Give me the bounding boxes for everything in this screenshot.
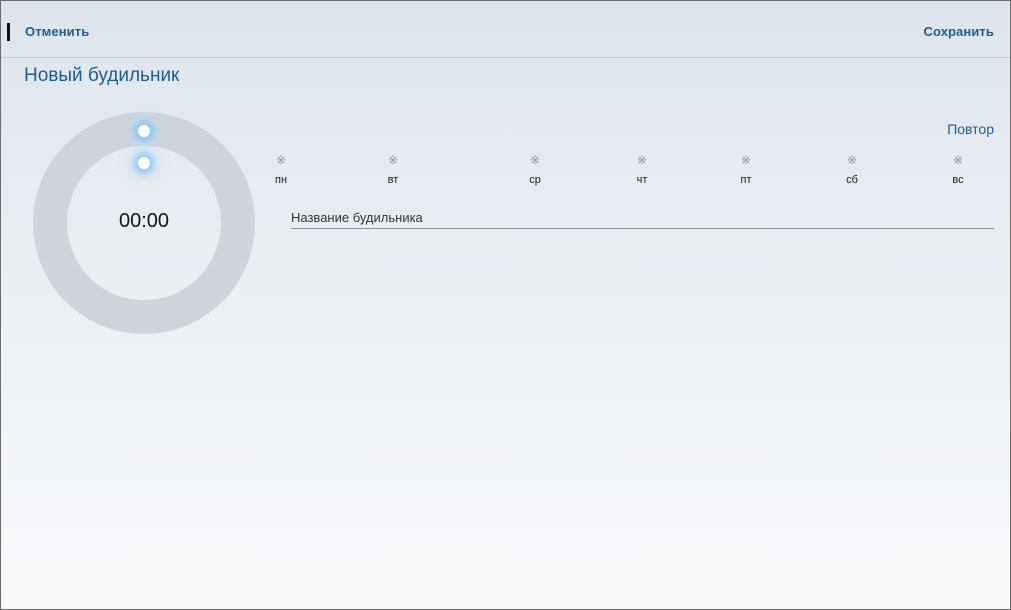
- weekday-toggle-thu[interactable]: ※ чт: [622, 153, 662, 186]
- top-bar: Отменить Сохранить: [1, 1, 1010, 58]
- weekday-toggle-fri[interactable]: ※ пт: [726, 153, 766, 186]
- weekday-label: ср: [529, 174, 541, 186]
- weekday-label: пн: [274, 174, 288, 186]
- save-button[interactable]: Сохранить: [923, 24, 994, 39]
- weekday-toggle-tue[interactable]: ※ вт: [373, 153, 413, 186]
- weekday-label: вт: [387, 174, 399, 186]
- cancel-button[interactable]: Отменить: [25, 24, 89, 39]
- alarm-name-field[interactable]: [291, 206, 994, 229]
- dial-time-display: 00:00: [118, 210, 170, 232]
- day-dot-icon: ※: [529, 153, 541, 167]
- day-dot-icon: ※: [846, 153, 858, 167]
- weekday-toggle-sun[interactable]: ※ вс: [938, 153, 978, 186]
- day-dot-icon: ※: [952, 153, 964, 167]
- weekday-label: сб: [846, 174, 858, 186]
- repeat-label: Повтор: [947, 121, 994, 137]
- minute-handle[interactable]: [138, 157, 150, 169]
- weekday-label: чт: [636, 174, 648, 186]
- page-title: Новый будильник: [24, 65, 180, 86]
- day-dot-icon: ※: [740, 153, 752, 167]
- day-dot-icon: ※: [275, 153, 287, 167]
- time-dial[interactable]: 00:00: [33, 112, 255, 334]
- weekday-toggle-mon[interactable]: ※ пн: [261, 153, 301, 186]
- hour-handle[interactable]: [138, 125, 150, 137]
- weekday-toggle-sat[interactable]: ※ сб: [832, 153, 872, 186]
- weekday-label: вс: [952, 174, 964, 186]
- app-window: Отменить Сохранить Новый будильник 00:00…: [0, 0, 1011, 610]
- day-dot-icon: ※: [387, 153, 399, 167]
- weekday-toggle-wed[interactable]: ※ ср: [515, 153, 555, 186]
- day-dot-icon: ※: [636, 153, 648, 167]
- weekday-label: пт: [740, 174, 752, 186]
